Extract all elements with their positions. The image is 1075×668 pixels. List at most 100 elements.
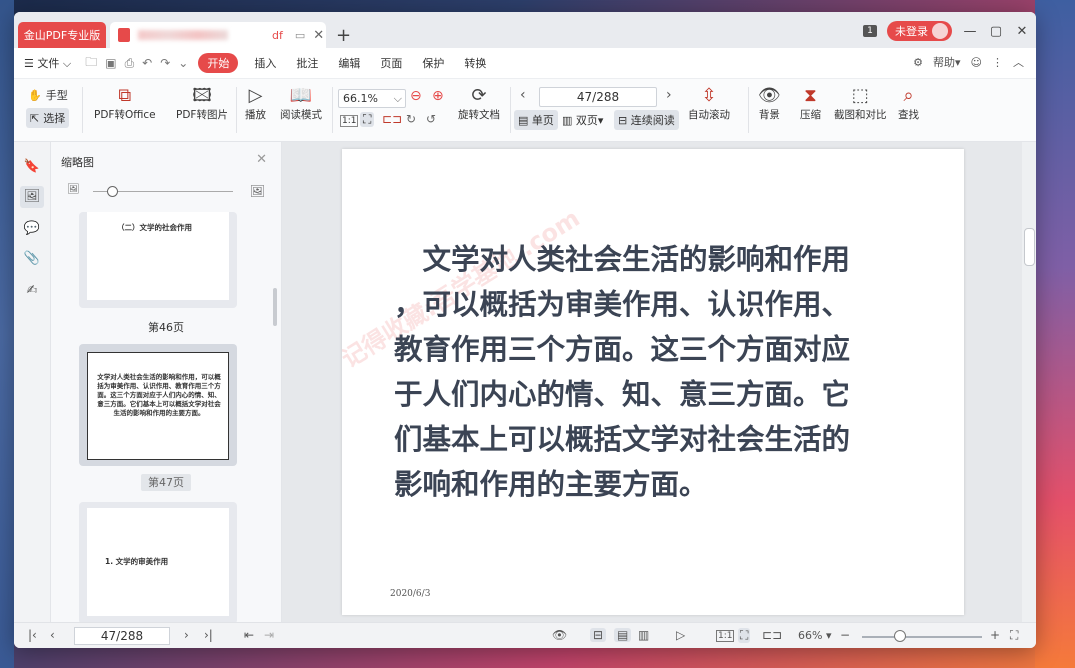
thumbnail-text: （二）文学的社会作用 xyxy=(117,223,192,232)
actual-size-icon[interactable]: 1:1 xyxy=(340,115,359,127)
settings-icon[interactable]: ⚙ xyxy=(913,56,923,69)
continuous-label: 连续阅读 xyxy=(630,114,675,127)
pdf-to-office-button[interactable]: ⧉ PDF转Office xyxy=(94,85,156,122)
tab-annotate[interactable]: 批注 xyxy=(286,55,328,71)
rotate-right-icon[interactable]: ↻ xyxy=(406,112,416,126)
display-icon[interactable]: ▭ xyxy=(295,29,305,42)
background-button[interactable]: 👁 背景 xyxy=(758,85,781,122)
pdf-to-image-button[interactable]: 🖾 PDF转图片 xyxy=(176,85,228,122)
tab-page[interactable]: 页面 xyxy=(370,55,412,71)
single-page-button[interactable]: ▤ 单页 xyxy=(514,110,558,130)
bookmark-icon[interactable]: 🔖 xyxy=(20,156,44,178)
close-window-icon[interactable]: ✕ xyxy=(1014,24,1030,39)
fit-page-icon[interactable]: ⛶ xyxy=(738,628,751,643)
fit-page-icon[interactable]: ⛶ xyxy=(360,112,375,127)
close-tab-icon[interactable]: ✕ xyxy=(313,28,324,43)
auto-scroll-icon: ⇳ xyxy=(701,85,717,106)
panel-scrollbar[interactable] xyxy=(273,288,277,326)
tab-edit[interactable]: 编辑 xyxy=(328,55,370,71)
zoom-level[interactable]: 66% ▾ xyxy=(798,629,831,642)
document-tab-title: df xyxy=(272,28,283,42)
new-tab-button[interactable]: + xyxy=(336,25,351,46)
file-menu[interactable]: ☰ 文件 ⌵ xyxy=(14,55,81,71)
zoom-slider-knob[interactable] xyxy=(894,630,906,642)
page-date: 2020/6/3 xyxy=(390,589,431,599)
open-folder-icon[interactable]: 🗀 xyxy=(85,53,97,74)
back-icon[interactable]: ⇤ xyxy=(244,628,254,642)
zoom-in-icon[interactable]: ⊕ xyxy=(432,88,444,104)
find-button[interactable]: ⌕ 查找 xyxy=(898,85,919,122)
help-menu[interactable]: 帮助▾ xyxy=(933,54,961,70)
continuous-read-button[interactable]: ⊟ 连续阅读 xyxy=(614,110,679,130)
page-paragraph: 文学对人类社会生活的影响和作用 ，可以概括为审美作用、认识作用、 教育作用三个方… xyxy=(394,237,922,507)
double-page-button[interactable]: ▥ 双页▾ xyxy=(562,112,603,128)
first-page-icon[interactable]: |‹ xyxy=(28,628,37,642)
zoom-select[interactable]: 66.1% ⌵ xyxy=(338,89,406,108)
single-view-icon[interactable]: ▤ xyxy=(614,628,632,642)
signature-icon[interactable]: ✍ xyxy=(20,280,44,302)
attachment-icon[interactable]: 📎 xyxy=(20,248,44,270)
select-tool[interactable]: ⇱ 选择 xyxy=(26,108,70,128)
paragraph-line: 于人们内心的情、知、意三方面。它 xyxy=(394,378,851,411)
zoom-out-icon[interactable]: ⊖ xyxy=(410,88,422,104)
fullscreen-icon[interactable]: ⛶ xyxy=(1010,628,1018,643)
hand-tool[interactable]: ✋ 手型 xyxy=(28,87,68,103)
rotate-document-label: 旋转文档 xyxy=(458,109,500,121)
thumbnail-size-slider[interactable]: 🖼 🖼 xyxy=(67,184,265,200)
eye-icon[interactable]: 👁 xyxy=(552,628,567,642)
compress-button[interactable]: ⧗ 压缩 xyxy=(800,85,821,122)
previous-page-icon[interactable]: ‹ xyxy=(520,87,526,103)
forward-icon[interactable]: ⇥ xyxy=(264,628,274,642)
maximize-icon[interactable]: ▢ xyxy=(988,24,1004,39)
next-page-icon[interactable]: › xyxy=(184,628,189,642)
rotate-left-icon[interactable]: ↺ xyxy=(426,112,436,126)
double-view-icon[interactable]: ▥ xyxy=(638,628,649,642)
continuous-view-icon[interactable]: ⊟ xyxy=(590,628,607,642)
undo-icon[interactable]: ↶ xyxy=(142,56,152,70)
thumbnail-page-46[interactable]: （二）文学的社会作用 xyxy=(79,212,237,308)
print-icon[interactable]: ⎙ xyxy=(125,56,135,71)
tab-start[interactable]: 开始 xyxy=(198,53,239,73)
status-page-input[interactable]: 47/288 xyxy=(74,627,170,645)
zoom-out-icon[interactable]: − xyxy=(840,628,850,642)
play-button[interactable]: ▷ 播放 xyxy=(245,85,266,122)
zoom-in-icon[interactable]: + xyxy=(990,628,1000,642)
collapse-ribbon-icon[interactable]: ︿ xyxy=(1013,54,1024,70)
tab-convert[interactable]: 转换 xyxy=(454,55,496,71)
login-button[interactable]: 未登录 xyxy=(887,21,952,41)
screenshot-compare-button[interactable]: ⬚ 截图和对比 xyxy=(834,85,887,122)
app-tab[interactable]: 金山PDF专业版 xyxy=(18,22,106,48)
more-icon[interactable]: ⋮ xyxy=(992,56,1003,69)
redo-icon[interactable]: ↷ xyxy=(160,56,170,70)
thumbnail-paper: （二）文学的社会作用 xyxy=(87,212,229,300)
fit-width-icon[interactable]: ⊏⊐ xyxy=(762,628,782,642)
tab-insert[interactable]: 插入 xyxy=(244,55,286,71)
status-bar: |‹ ‹ 47/288 › ›| ⇤ ⇥ 👁 ⊟ ▤ ▥ ▷ 1:1 ⛶ ⊏⊐ … xyxy=(14,622,1036,648)
minimize-icon[interactable]: — xyxy=(962,24,978,39)
rotate-document-button[interactable]: ⟳ 旋转文档 xyxy=(458,85,500,122)
fit-width-icon[interactable]: ⊏⊐ xyxy=(382,112,402,126)
play-icon[interactable]: ▷ xyxy=(676,628,685,642)
comment-icon[interactable]: 💬 xyxy=(20,218,44,240)
save-icon[interactable]: ▣ xyxy=(105,56,116,70)
actual-size-icon[interactable]: 1:1 xyxy=(716,630,735,642)
scrollbar-thumb[interactable] xyxy=(1024,228,1035,266)
background-label: 背景 xyxy=(758,109,780,121)
tab-protect[interactable]: 保护 xyxy=(412,55,454,71)
previous-page-icon[interactable]: ‹ xyxy=(50,628,55,642)
document-tab[interactable]: df ▭ ✕ xyxy=(110,22,326,48)
close-panel-icon[interactable]: ✕ xyxy=(256,152,267,167)
read-mode-button[interactable]: 📖 阅读模式 xyxy=(280,85,322,122)
auto-scroll-button[interactable]: ⇳ 自动滚动 xyxy=(688,85,730,122)
thumbnail-page-48[interactable]: 1. 文学的审美作用 xyxy=(79,502,237,622)
zoom-slider-track[interactable] xyxy=(862,636,982,638)
page-number-input[interactable]: 47/288 xyxy=(539,87,657,107)
feedback-icon[interactable]: ☺ xyxy=(971,56,982,69)
quick-access-dropdown-icon[interactable]: ⌄ xyxy=(178,56,188,70)
next-page-icon[interactable]: › xyxy=(666,87,672,103)
last-page-icon[interactable]: ›| xyxy=(204,628,213,642)
thumbnail-page-47[interactable]: 文学对人类社会生活的影响和作用，可以概括为审美作用、认识作用、教育作用三个方面。… xyxy=(79,344,237,466)
viewer-scrollbar[interactable] xyxy=(1022,142,1036,622)
thumbnail-icon[interactable]: 🖼 xyxy=(20,186,44,208)
slider-knob[interactable] xyxy=(107,186,118,197)
